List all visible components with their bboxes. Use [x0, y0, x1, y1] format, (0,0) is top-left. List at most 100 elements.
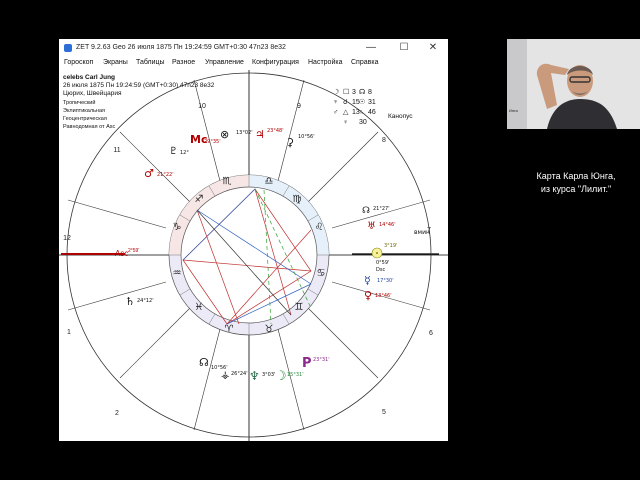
- house-number-10: 10: [198, 103, 206, 110]
- house-system: Равнодомная от Asc: [63, 124, 116, 130]
- neptune-degree: 13°02': [236, 130, 253, 136]
- window-title: ZET 9.2.63 Geo 26 июля 1875 Пн 19:24:59 …: [76, 44, 286, 51]
- svg-text:☊: ☊: [359, 88, 365, 96]
- caption-line-2: из курса "Лилит.": [540, 184, 612, 194]
- ceres-degree: 10°56': [298, 134, 315, 140]
- svg-text:☌: ☌: [343, 98, 348, 106]
- asc-degree: 2°59': [128, 248, 139, 254]
- presenter-video: [507, 39, 640, 129]
- menu-help[interactable]: Справка: [351, 59, 378, 66]
- dsc-degree: 0°59': [376, 260, 389, 266]
- chart-area: ♎ ♍ ♌ ♋ ♊ ♉ ♈ ♓ ♒ ♑ ♐ ♏ 1 2 5 6 7 8 9 10…: [59, 70, 448, 441]
- node-right-degree: 21°27': [373, 206, 390, 212]
- svg-text:♆: ♆: [333, 99, 338, 106]
- menu-tables[interactable]: Таблицы: [136, 59, 165, 66]
- node-right-glyph: ☊: [362, 206, 370, 216]
- house-number-1: 1: [67, 329, 71, 336]
- chart-name: celebs Carl Jung: [63, 74, 116, 81]
- ecliptic-type: Эклиптикальная: [63, 108, 106, 114]
- svg-text:△: △: [343, 109, 349, 116]
- svg-text:♄: ♄: [359, 109, 364, 116]
- dsc-label: Dsc: [376, 267, 385, 273]
- menu-screens[interactable]: Экраны: [103, 59, 128, 66]
- svg-text:♌: ♌: [315, 222, 324, 233]
- mercury-glyph: ☿: [364, 274, 371, 287]
- uranus-degree: 14°46': [379, 222, 396, 228]
- house-number-9: 9: [297, 103, 301, 110]
- house-number-5: 5: [382, 409, 386, 416]
- close-button[interactable]: ✕: [422, 41, 444, 55]
- webcam-label: Инга: [509, 108, 518, 113]
- moon-degree: 15°31': [287, 372, 304, 378]
- svg-text:☐: ☐: [343, 88, 349, 96]
- pluto-glyph: P: [302, 356, 312, 371]
- mc-degree: 29°35': [204, 139, 221, 145]
- maximize-button[interactable]: ☐: [393, 41, 415, 55]
- minimize-button[interactable]: —: [360, 41, 382, 55]
- desc-fragment: вмин: [414, 229, 430, 236]
- svg-text:♋: ♋: [317, 268, 326, 279]
- svg-text:♏: ♏: [223, 176, 232, 187]
- svg-text:♊: ♊: [295, 302, 304, 313]
- uranus-low-degree: 3°03': [262, 372, 275, 378]
- house-number-8: 8: [382, 137, 386, 144]
- geo-type: Геоцентрическая: [63, 116, 107, 122]
- webcam-feed: Инга: [507, 39, 640, 129]
- house-number-6: 6: [429, 330, 433, 337]
- neptune-glyph: ⊗: [220, 128, 229, 141]
- moon-glyph: ☽: [275, 369, 287, 384]
- sun-degree: 3°19': [384, 243, 397, 249]
- slide-caption: Карта Карла Юнга, из курса "Лилит.": [520, 170, 632, 196]
- house-number-12: 12: [63, 235, 71, 242]
- zet-window: ZET 9.2.63 Geo 26 июля 1875 Пн 19:24:59 …: [59, 39, 448, 441]
- uranus-low-glyph: ♆: [249, 369, 260, 383]
- menu-control[interactable]: Управление: [205, 59, 244, 66]
- svg-text:♐: ♐: [195, 194, 204, 205]
- title-bar[interactable]: ZET 9.2.63 Geo 26 июля 1875 Пн 19:24:59 …: [59, 39, 448, 57]
- svg-text:☉: ☉: [359, 98, 365, 106]
- svg-text:♓: ♓: [195, 302, 204, 313]
- node-glyph: ☊: [199, 356, 209, 369]
- menu-config[interactable]: Конфигурация: [252, 59, 299, 66]
- chart-datetime: 26 июля 1875 Пн 19:24:59 (GMT+0:30) 47n2…: [63, 82, 215, 89]
- venus-glyph: ♀: [364, 289, 372, 302]
- saturn-glyph: ♄: [125, 295, 135, 308]
- zodiac-type: Тропический: [63, 100, 96, 106]
- app-icon: [64, 44, 72, 52]
- chart-place: Цюрих, Швейцария: [63, 90, 122, 97]
- svg-text:♎: ♎: [265, 176, 274, 187]
- pluto-degree: 23°31': [313, 357, 330, 363]
- svg-text:46: 46: [368, 109, 376, 116]
- venus-degree: 13°46': [375, 293, 392, 299]
- pluto-top-glyph: ♇: [169, 146, 178, 157]
- svg-text:♉: ♉: [265, 324, 274, 335]
- caption-line-1: Карта Карла Юнга,: [536, 171, 616, 181]
- svg-text:♀: ♀: [343, 119, 348, 126]
- svg-text:♍: ♍: [293, 194, 302, 205]
- menu-misc[interactable]: Разное: [172, 59, 195, 66]
- menu-bar: Гороскоп Экраны Таблицы Разное Управлени…: [59, 57, 448, 70]
- canopus-label: Канопус: [388, 113, 413, 120]
- svg-text:30: 30: [359, 119, 367, 126]
- jupiter-degree: 23°48': [267, 128, 284, 134]
- pluto-top-degree: 12°: [180, 150, 189, 156]
- svg-text:♒: ♒: [173, 268, 182, 279]
- house-number-11: 11: [113, 147, 120, 154]
- mars-degree: 21°22': [157, 172, 174, 178]
- jupiter-glyph: ♃: [255, 128, 265, 141]
- svg-text:♂: ♂: [333, 109, 338, 116]
- svg-text:3: 3: [352, 89, 356, 96]
- uranus-glyph: ♅: [367, 221, 376, 232]
- house-number-2: 2: [115, 410, 119, 417]
- natal-chart[interactable]: ♎ ♍ ♌ ♋ ♊ ♉ ♈ ♓ ♒ ♑ ♐ ♏ 1 2 5 6 7 8 9 10…: [59, 70, 448, 441]
- svg-text:☽: ☽: [333, 88, 339, 96]
- vesta-degree: 26°24': [231, 371, 248, 377]
- svg-text:8: 8: [368, 89, 372, 96]
- svg-text:31: 31: [368, 99, 376, 106]
- saturn-degree: 24°12': [137, 298, 154, 304]
- svg-text:♈: ♈: [225, 324, 234, 335]
- vesta-glyph: ⚶: [221, 370, 230, 381]
- menu-horoscope[interactable]: Гороскоп: [64, 59, 93, 66]
- menu-settings[interactable]: Настройка: [308, 59, 342, 66]
- mercury-degree: 17°30': [377, 278, 394, 284]
